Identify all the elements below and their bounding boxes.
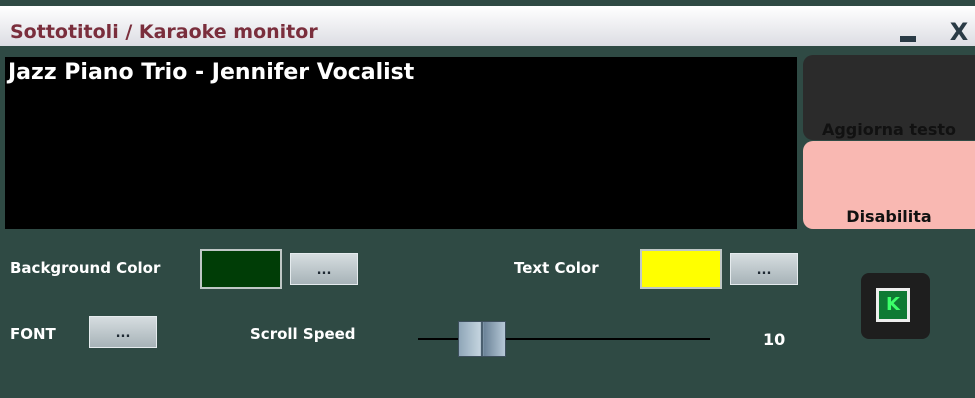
karaoke-k-letter: K — [886, 294, 900, 315]
scroll-speed-slider-thumb[interactable] — [458, 321, 506, 357]
update-text-button[interactable]: Aggiorna testo — [803, 55, 975, 140]
font-label: FONT — [10, 325, 56, 343]
monitor-text: Jazz Piano Trio - Jennifer Vocalist — [8, 60, 415, 85]
title-bar: Sottotitoli / Karaoke monitor X — [0, 0, 975, 46]
minimize-icon — [900, 36, 916, 42]
background-color-picker-button[interactable]: ... — [290, 253, 358, 285]
text-color-picker-button[interactable]: ... — [730, 253, 798, 285]
background-color-swatch[interactable] — [200, 249, 282, 289]
minimize-button[interactable] — [898, 22, 920, 44]
karaoke-k-icon: K — [876, 288, 910, 322]
font-picker-button[interactable]: ... — [89, 316, 157, 348]
window-title: Sottotitoli / Karaoke monitor — [10, 21, 318, 43]
subtitle-monitor: Jazz Piano Trio - Jennifer Vocalist — [5, 57, 797, 229]
disable-label: Disabilita — [846, 207, 932, 226]
scroll-speed-label: Scroll Speed — [250, 325, 356, 343]
scroll-speed-value: 10 — [763, 330, 786, 349]
text-color-swatch[interactable] — [640, 249, 722, 289]
disable-button[interactable]: Disabilita — [803, 141, 975, 229]
text-color-label: Text Color — [514, 259, 599, 277]
update-text-label: Aggiorna testo — [821, 120, 957, 139]
background-color-label: Background Color — [10, 259, 161, 277]
close-button[interactable]: X — [945, 18, 973, 46]
karaoke-button[interactable]: K — [861, 273, 930, 339]
